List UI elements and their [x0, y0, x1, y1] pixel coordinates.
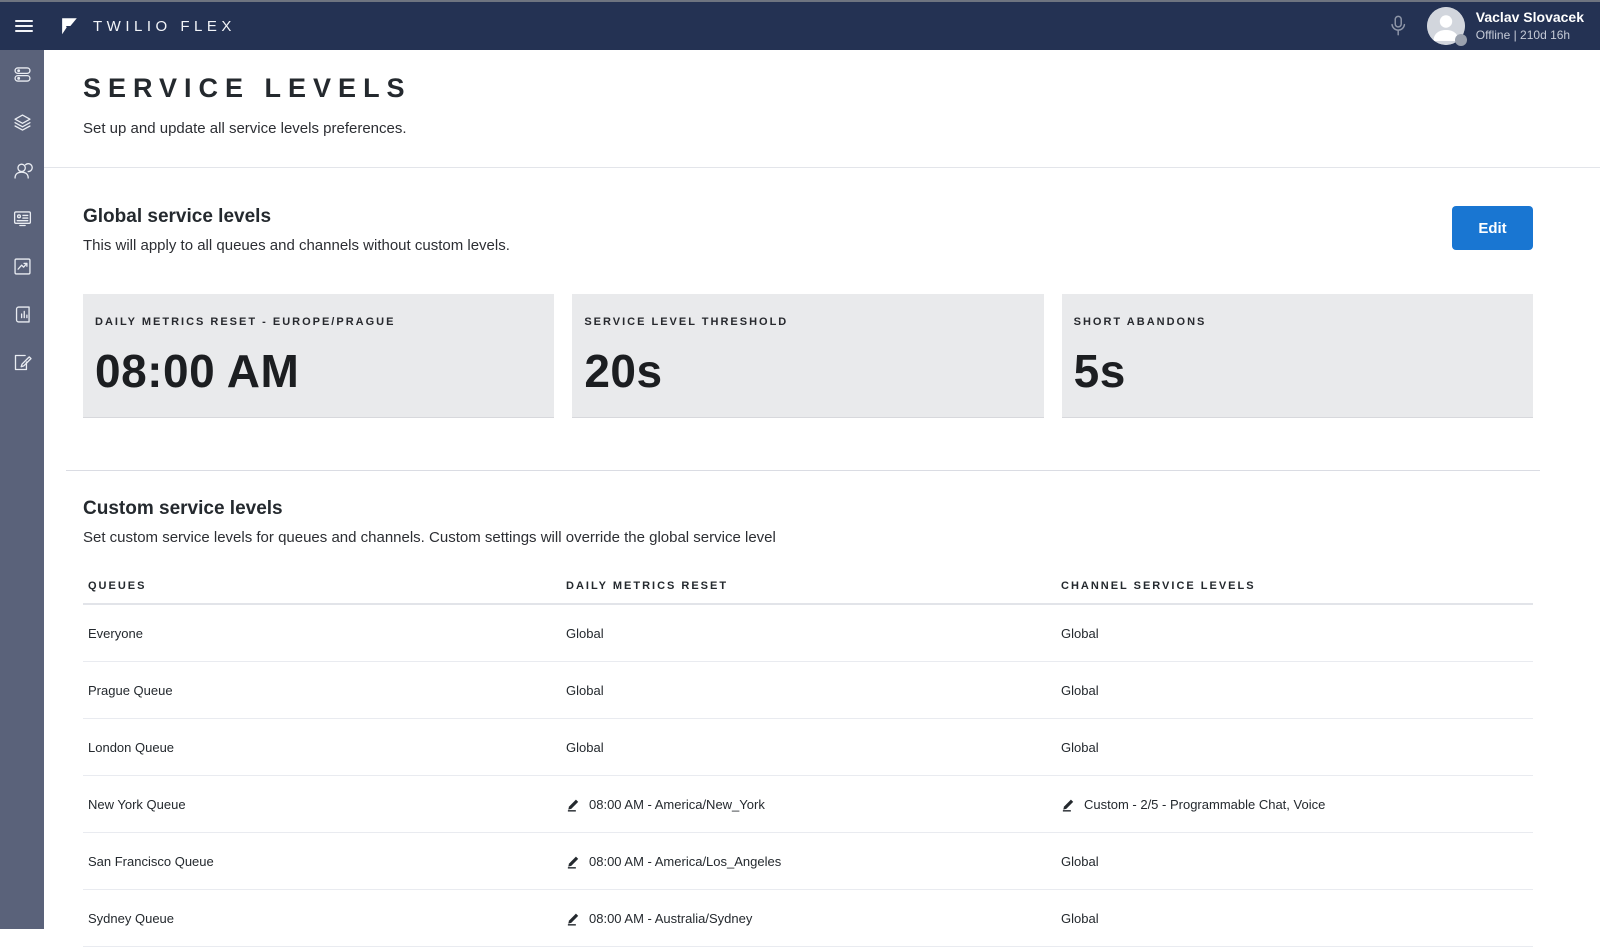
cell-value: Global: [1061, 740, 1099, 755]
table-row: London QueueGlobalGlobal: [83, 719, 1533, 776]
cell-value: Global: [1061, 626, 1099, 641]
daily-metrics-reset-cell: Global: [566, 626, 1061, 641]
table-row: EveryoneGlobalGlobal: [83, 605, 1533, 662]
queues-icon[interactable]: [0, 50, 44, 98]
cell-value: 08:00 AM - America/New_York: [589, 797, 765, 812]
queue-name: Everyone: [83, 626, 566, 641]
status-dot-offline: [1455, 34, 1467, 46]
custom-service-levels-section: Custom service levels Set custom service…: [44, 471, 1600, 947]
channel-service-levels-cell[interactable]: Custom - 2/5 - Programmable Chat, Voice: [1061, 797, 1533, 812]
global-metric-cards: DAILY METRICS RESET - EUROPE/PRAGUE 08:0…: [83, 294, 1533, 418]
metric-card-short-abandons: SHORT ABANDONS 5s: [1062, 294, 1533, 418]
cell-value: Global: [1061, 854, 1099, 869]
page-subtitle: Set up and update all service levels pre…: [83, 120, 1560, 137]
cell-value: Global: [566, 626, 604, 641]
page-title: SERVICE LEVELS: [83, 73, 1560, 104]
daily-metrics-reset-cell: Global: [566, 683, 1061, 698]
column-header-channel-service-levels: CHANNEL SERVICE LEVELS: [1061, 580, 1533, 592]
layers-icon[interactable]: [0, 98, 44, 146]
trend-chart-icon[interactable]: [0, 242, 44, 290]
table-row: San Francisco Queue 08:00 AM - America/Lo…: [83, 833, 1533, 890]
queues-table-body: EveryoneGlobalGlobalPrague QueueGlobalGl…: [83, 605, 1533, 947]
cell-value: Custom - 2/5 - Programmable Chat, Voice: [1084, 797, 1325, 812]
edit-pencil-icon[interactable]: [1061, 797, 1076, 812]
queues-table-header: QUEUES DAILY METRICS RESET CHANNEL SERVI…: [83, 570, 1533, 605]
edit-button[interactable]: Edit: [1452, 206, 1533, 250]
metric-card-label: SHORT ABANDONS: [1074, 316, 1521, 328]
channel-service-levels-cell: Global: [1061, 740, 1533, 755]
table-row: Prague QueueGlobalGlobal: [83, 662, 1533, 719]
metric-card-label: DAILY METRICS RESET - EUROPE/PRAGUE: [95, 316, 542, 328]
user-menu[interactable]: Vaclav Slovacek Offline | 210d 16h: [1476, 9, 1584, 44]
global-service-levels-section: Global service levels This will apply to…: [44, 168, 1600, 471]
table-row: Sydney Queue 08:00 AM - Australia/Sydney G…: [83, 890, 1533, 947]
edit-pencil-icon[interactable]: [566, 797, 581, 812]
user-status: Offline | 210d 16h: [1476, 28, 1584, 43]
cell-value: Global: [1061, 683, 1099, 698]
metric-card-label: SERVICE LEVEL THRESHOLD: [584, 316, 1031, 328]
agents-icon[interactable]: [0, 146, 44, 194]
document-edit-icon[interactable]: [0, 338, 44, 386]
id-card-icon[interactable]: [0, 194, 44, 242]
metric-card-value: 5s: [1074, 344, 1521, 398]
main-content: SERVICE LEVELS Set up and update all ser…: [44, 50, 1600, 947]
menu-icon[interactable]: [15, 17, 33, 35]
queue-name: Sydney Queue: [83, 911, 566, 926]
global-section-title: Global service levels: [83, 206, 1533, 228]
channel-service-levels-cell: Global: [1061, 854, 1533, 869]
daily-metrics-reset-cell[interactable]: 08:00 AM - America/Los_Angeles: [566, 854, 1061, 869]
column-header-daily-metrics-reset: DAILY METRICS RESET: [566, 580, 1061, 592]
daily-metrics-reset-cell[interactable]: 08:00 AM - America/New_York: [566, 797, 1061, 812]
sidebar-nav: [0, 50, 44, 929]
daily-metrics-reset-cell[interactable]: 08:00 AM - Australia/Sydney: [566, 911, 1061, 926]
page-header: SERVICE LEVELS Set up and update all ser…: [44, 50, 1600, 168]
channel-service-levels-cell: Global: [1061, 911, 1533, 926]
column-header-queues: QUEUES: [83, 580, 566, 592]
edit-pencil-icon[interactable]: [566, 854, 581, 869]
cell-value: 08:00 AM - Australia/Sydney: [589, 911, 752, 926]
queue-name: New York Queue: [83, 797, 566, 812]
queue-name: San Francisco Queue: [83, 854, 566, 869]
daily-metrics-reset-cell: Global: [566, 740, 1061, 755]
queue-name: London Queue: [83, 740, 566, 755]
section-divider: [66, 470, 1540, 471]
user-name: Vaclav Slovacek: [1476, 9, 1584, 27]
avatar[interactable]: [1427, 7, 1465, 45]
custom-section-description: Set custom service levels for queues and…: [83, 529, 1533, 546]
cell-value: Global: [566, 683, 604, 698]
metric-card-daily-reset: DAILY METRICS RESET - EUROPE/PRAGUE 08:0…: [83, 294, 554, 418]
metric-card-value: 08:00 AM: [95, 344, 542, 398]
brand-title: TWILIO FLEX: [93, 18, 236, 35]
top-bar: TWILIO FLEX Vaclav Slovacek Offline | 21…: [0, 2, 1600, 50]
reports-icon[interactable]: [0, 290, 44, 338]
flex-logo-icon: [58, 15, 80, 37]
microphone-icon[interactable]: [1387, 14, 1409, 38]
custom-section-title: Custom service levels: [83, 498, 1533, 520]
channel-service-levels-cell: Global: [1061, 683, 1533, 698]
cell-value: Global: [566, 740, 604, 755]
channel-service-levels-cell: Global: [1061, 626, 1533, 641]
metric-card-sl-threshold: SERVICE LEVEL THRESHOLD 20s: [572, 294, 1043, 418]
metric-card-value: 20s: [584, 344, 1031, 398]
cell-value: 08:00 AM - America/Los_Angeles: [589, 854, 781, 869]
table-row: New York Queue 08:00 AM - America/New_Yor…: [83, 776, 1533, 833]
cell-value: Global: [1061, 911, 1099, 926]
queue-name: Prague Queue: [83, 683, 566, 698]
edit-pencil-icon[interactable]: [566, 911, 581, 926]
global-section-description: This will apply to all queues and channe…: [83, 237, 1533, 254]
